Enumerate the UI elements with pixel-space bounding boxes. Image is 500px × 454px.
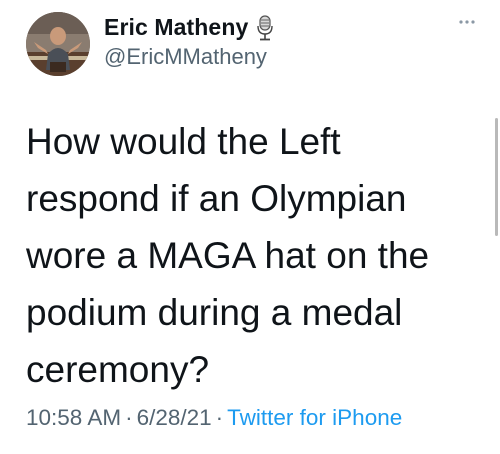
more-options-icon[interactable] [452,12,482,32]
tweet-source-link[interactable]: Twitter for iPhone [227,405,402,430]
meta-separator: · [125,405,133,430]
tweet-time[interactable]: 10:58 AM [26,405,121,430]
meta-separator: · [215,405,224,430]
author-name-row[interactable]: Eric Matheny [104,14,275,41]
tweet-card: Eric Matheny @EricMMatheny How would the… [0,0,500,454]
avatar-image [26,12,90,76]
avatar[interactable] [26,12,90,76]
tweet-meta: 10:58 AM · 6/28/21 · Twitter for iPhone [26,405,402,431]
microphone-icon [255,14,275,41]
author-handle[interactable]: @EricMMatheny [104,44,267,70]
tweet-text: How would the Left respond if an Olympia… [26,121,430,390]
tweet-date[interactable]: 6/28/21 [137,405,212,430]
author-display-name[interactable]: Eric Matheny [104,14,248,41]
scrollbar[interactable] [495,118,498,236]
